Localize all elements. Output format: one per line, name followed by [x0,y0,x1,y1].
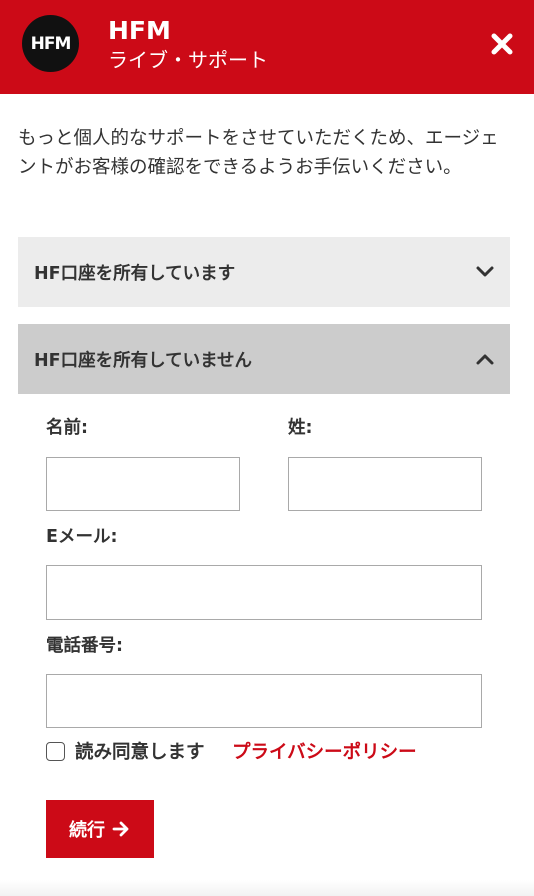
phone-label: 電話番号: [46,636,123,656]
first-name-label: 名前: [46,418,88,438]
chevron-down-icon [476,266,494,277]
close-button[interactable] [486,28,518,60]
phone-input[interactable] [46,674,482,728]
agree-text: 読み同意します [75,742,205,763]
brand-title: HFM [108,16,171,45]
continue-button[interactable]: 続行 [46,800,154,858]
hfm-logo: HFM [22,15,79,72]
continue-label: 続行 [69,820,105,841]
accordion-label: HF口座を所有していません [34,350,253,371]
chat-subtitle: ライブ・サポート [108,48,268,72]
first-name-input[interactable] [46,457,240,511]
last-name-input[interactable] [288,457,482,511]
agree-checkbox[interactable] [46,742,65,761]
privacy-policy-link[interactable]: プライバシーポリシー [232,740,417,766]
close-icon [491,33,513,55]
email-label: Eメール: [46,527,118,547]
arrow-right-icon [112,821,129,837]
accordion-no-account[interactable]: HF口座を所有していません [18,324,510,394]
intro-text: もっと個人的なサポートをさせていただくため、エージェントがお客様の確認をできるよ… [18,128,499,178]
logo-text: HFM [30,33,72,54]
accordion-label: HF口座を所有しています [34,263,236,284]
chat-header: HFM HFM ライブ・サポート [0,0,534,94]
accordion-has-account[interactable]: HF口座を所有しています [18,237,510,307]
footer-shade [0,880,534,896]
email-input[interactable] [46,565,482,620]
last-name-label: 姓: [288,418,313,438]
chevron-up-icon [476,354,494,365]
